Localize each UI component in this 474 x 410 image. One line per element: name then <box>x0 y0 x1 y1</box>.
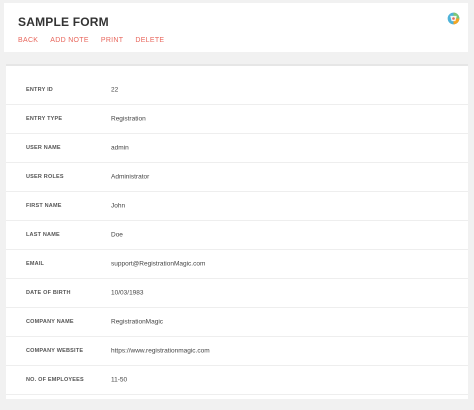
field-label: COMPANY NAME <box>26 319 74 325</box>
entry-actions: BACK ADD NOTE PRINT DELETE <box>18 37 164 44</box>
entry-row-entry-id: ENTRY ID 22 <box>6 76 468 105</box>
field-label: EMAIL <box>26 261 45 267</box>
field-value: support@RegistrationMagic.com <box>111 260 206 268</box>
field-value: 11-50 <box>111 376 128 384</box>
field-label: DATE OF BIRTH <box>26 290 71 296</box>
entry-row-entry-type: ENTRY TYPE Registration <box>6 105 468 134</box>
registrationmagic-logo-icon <box>447 12 460 25</box>
field-label: ENTRY ID <box>26 87 53 93</box>
field-value: 22 <box>111 86 119 94</box>
add-note-link[interactable]: ADD NOTE <box>50 37 89 44</box>
field-label: USER NAME <box>26 145 61 151</box>
entry-row-last-name: LAST NAME Doe <box>6 221 468 250</box>
field-label: COMPANY WEBSITE <box>26 348 84 354</box>
entry-row-user-roles: USER ROLES Administrator <box>6 163 468 192</box>
field-label: ENTRY TYPE <box>26 116 63 122</box>
entry-row-company-website: COMPANY WEBSITE https://www.registration… <box>6 337 468 366</box>
delete-link[interactable]: DELETE <box>135 37 164 44</box>
field-value: Administrator <box>111 173 150 181</box>
field-value: Registration <box>111 115 146 123</box>
field-label: FIRST NAME <box>26 203 62 209</box>
field-value: 10/03/1983 <box>111 289 144 297</box>
field-label: USER ROLES <box>26 174 64 180</box>
field-value: Doe <box>111 231 123 239</box>
field-value: RegistrationMagic <box>111 318 164 326</box>
page-header: SAMPLE FORM BACK ADD NOTE PRINT DELETE <box>4 3 468 52</box>
field-label: LAST NAME <box>26 232 60 238</box>
entry-row-first-name: FIRST NAME John <box>6 192 468 221</box>
entry-row-user-name: USER NAME admin <box>6 134 468 163</box>
back-link[interactable]: BACK <box>18 37 38 44</box>
field-value: admin <box>111 144 129 152</box>
entry-row-email: EMAIL support@RegistrationMagic.com <box>6 250 468 279</box>
field-value: https://www.registrationmagic.com <box>111 347 210 355</box>
print-link[interactable]: PRINT <box>101 37 124 44</box>
entry-row-company-name: COMPANY NAME RegistrationMagic <box>6 308 468 337</box>
page-title: SAMPLE FORM <box>18 15 109 29</box>
entry-row-no-of-employees: NO. OF EMPLOYEES 11-50 <box>6 366 468 395</box>
field-value: John <box>111 202 126 210</box>
entry-details-panel: ENTRY ID 22 ENTRY TYPE Registration USER… <box>6 64 468 399</box>
entry-row-date-of-birth: DATE OF BIRTH 10/03/1983 <box>6 279 468 308</box>
field-label: NO. OF EMPLOYEES <box>26 377 84 383</box>
